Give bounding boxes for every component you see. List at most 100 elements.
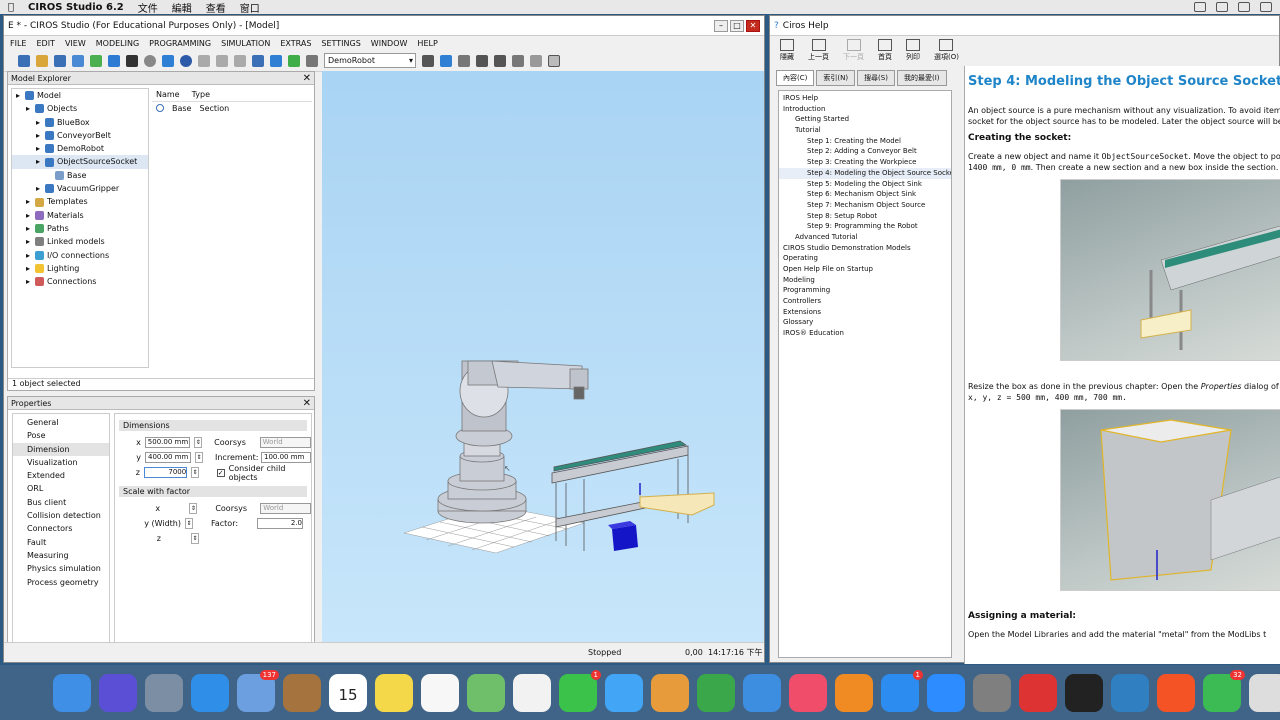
menu-window[interactable]: WINDOW bbox=[371, 39, 408, 48]
scale-x-spinner[interactable]: ⇕ bbox=[189, 503, 198, 514]
toc-item[interactable]: Glossary bbox=[779, 317, 951, 328]
play-icon[interactable] bbox=[288, 54, 300, 67]
tree-node[interactable]: ▸ Connections bbox=[12, 275, 148, 288]
tool-icon[interactable] bbox=[476, 54, 488, 67]
step-icon[interactable] bbox=[306, 54, 318, 67]
expand-icon[interactable]: ▸ bbox=[36, 129, 42, 142]
toc-item[interactable]: Step 5: Modeling the Object Sink bbox=[779, 179, 951, 190]
property-category[interactable]: Extended bbox=[13, 469, 109, 482]
parallels-icon[interactable] bbox=[1019, 673, 1057, 712]
tool-icon[interactable] bbox=[458, 54, 470, 67]
print-button[interactable]: 列印 bbox=[906, 38, 920, 62]
globe-icon[interactable] bbox=[180, 54, 192, 67]
expand-icon[interactable]: ▸ bbox=[26, 222, 32, 235]
zoom-icon[interactable] bbox=[927, 673, 965, 712]
close-icon[interactable]: ✕ bbox=[303, 72, 311, 85]
scale-z-spinner[interactable]: ⇕ bbox=[191, 533, 199, 544]
menu-help[interactable]: HELP bbox=[417, 39, 437, 48]
toc-item[interactable]: IROS® Education bbox=[779, 328, 951, 339]
mac-menu-edit[interactable]: 編輯 bbox=[172, 0, 192, 15]
expand-icon[interactable]: ▸ bbox=[26, 262, 32, 275]
app-store-icon[interactable]: 1 bbox=[881, 669, 923, 712]
tree-node[interactable]: Base bbox=[12, 169, 148, 182]
numbers-icon[interactable] bbox=[697, 673, 735, 712]
keynote-icon[interactable] bbox=[743, 673, 781, 712]
toc-item[interactable]: Step 3: Creating the Workpiece bbox=[779, 157, 951, 168]
mac-menu-view[interactable]: 查看 bbox=[206, 0, 226, 15]
property-category[interactable]: General bbox=[13, 416, 109, 429]
expand-icon[interactable]: ▸ bbox=[26, 235, 32, 248]
notes-icon[interactable] bbox=[375, 673, 413, 712]
tool-icon[interactable] bbox=[530, 54, 542, 67]
x-spinner[interactable]: ⇕ bbox=[194, 437, 203, 448]
z-spinner[interactable]: ⇕ bbox=[191, 467, 199, 478]
tree-node[interactable]: ▸ ConveyorBelt bbox=[12, 129, 148, 142]
close-button[interactable]: ✕ bbox=[746, 19, 760, 32]
tree-node[interactable]: ▸ Templates bbox=[12, 195, 148, 208]
forward-button[interactable]: 下一頁 bbox=[843, 38, 864, 62]
tree-node[interactable]: ▸ Model bbox=[12, 89, 148, 102]
expand-icon[interactable]: ▸ bbox=[16, 89, 22, 102]
list-item[interactable]: Base Section bbox=[152, 102, 312, 115]
menu-settings[interactable]: SETTINGS bbox=[321, 39, 360, 48]
reminders-icon[interactable] bbox=[421, 673, 459, 712]
menu-edit[interactable]: EDIT bbox=[36, 39, 54, 48]
notebook-icon[interactable] bbox=[283, 673, 321, 712]
save-icon[interactable] bbox=[54, 54, 66, 67]
property-category[interactable]: Visualization bbox=[13, 456, 109, 469]
options-button[interactable]: 選項(O) bbox=[934, 38, 959, 62]
property-category[interactable]: ORL bbox=[13, 482, 109, 495]
tool-icon[interactable] bbox=[494, 54, 506, 67]
new-icon[interactable] bbox=[18, 54, 30, 67]
toc-item[interactable]: Step 1: Creating the Model bbox=[779, 136, 951, 147]
toc-item[interactable]: Step 2: Adding a Conveyor Belt bbox=[779, 146, 951, 157]
minimize-button[interactable]: – bbox=[714, 19, 728, 32]
property-category[interactable]: Connectors bbox=[13, 522, 109, 535]
toc-item[interactable]: IROS Help bbox=[779, 93, 951, 104]
menu-view[interactable]: VIEW bbox=[65, 39, 86, 48]
expand-icon[interactable]: ▸ bbox=[36, 182, 42, 195]
home-button[interactable]: 首頁 bbox=[878, 38, 892, 62]
property-category[interactable]: Bus client bbox=[13, 496, 109, 509]
tool-icon[interactable] bbox=[422, 54, 434, 67]
property-category[interactable]: Physics simulation bbox=[13, 562, 109, 575]
books-icon[interactable] bbox=[835, 673, 873, 712]
tab-favorites[interactable]: 我的最愛(I) bbox=[896, 70, 947, 86]
mac-menu-window[interactable]: 窗口 bbox=[240, 0, 260, 15]
system-preferences-icon[interactable] bbox=[973, 673, 1011, 712]
tool-icon[interactable] bbox=[198, 54, 210, 67]
menu-file[interactable]: FILE bbox=[10, 39, 26, 48]
ciros-titlebar[interactable]: E * - CIROS Studio (For Educational Purp… bbox=[4, 16, 764, 36]
music-icon[interactable] bbox=[789, 673, 827, 712]
toc-item[interactable]: Controllers bbox=[779, 296, 951, 307]
tree-node[interactable]: ▸ Lighting bbox=[12, 262, 148, 275]
y-spinner[interactable]: ⇕ bbox=[195, 452, 203, 463]
status-icon[interactable] bbox=[1216, 2, 1228, 12]
kodi-icon[interactable]: 32 bbox=[1203, 669, 1245, 712]
photos-icon[interactable] bbox=[513, 673, 551, 712]
column-header[interactable]: Type bbox=[192, 90, 210, 99]
maximize-button[interactable]: □ bbox=[730, 19, 744, 32]
toc-item[interactable]: Operating bbox=[779, 253, 951, 264]
expand-icon[interactable]: ▸ bbox=[26, 249, 32, 262]
messages-icon[interactable] bbox=[605, 673, 643, 712]
3d-viewport[interactable]: ↖ bbox=[322, 71, 764, 657]
siri-icon[interactable] bbox=[99, 673, 137, 712]
tab-index[interactable]: 索引(N) bbox=[816, 70, 856, 86]
y-field[interactable]: 400.00 mm bbox=[145, 452, 191, 463]
active-app-name[interactable]: CIROS Studio 6.2 bbox=[28, 2, 124, 13]
copy-icon[interactable] bbox=[108, 54, 120, 67]
facetime-icon[interactable]: 1 bbox=[559, 669, 601, 712]
property-category[interactable]: Collision detection bbox=[13, 509, 109, 522]
expand-icon[interactable]: ▸ bbox=[26, 102, 32, 115]
tool-icon[interactable] bbox=[440, 54, 452, 67]
camera-icon[interactable] bbox=[548, 54, 560, 67]
tree-node[interactable]: ▸ BlueBox bbox=[12, 116, 148, 129]
toc-item[interactable]: Step 7: Mechanism Object Source bbox=[779, 200, 951, 211]
save-all-icon[interactable] bbox=[72, 54, 84, 67]
tree-node[interactable]: ▸ Linked models bbox=[12, 235, 148, 248]
expand-icon[interactable]: ▸ bbox=[36, 155, 42, 168]
close-icon[interactable]: ✕ bbox=[303, 397, 311, 410]
toc-item[interactable]: Step 9: Programming the Robot bbox=[779, 221, 951, 232]
cut-icon[interactable] bbox=[90, 54, 102, 67]
